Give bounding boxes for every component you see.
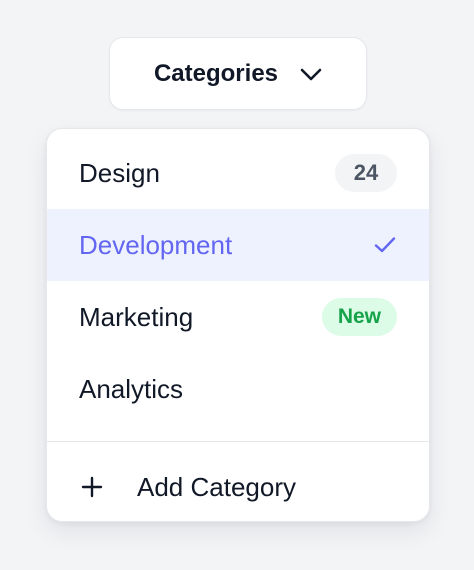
menu-item-design[interactable]: Design 24 (47, 137, 429, 209)
menu-list: Design 24 Development Marketing New Anal… (47, 137, 429, 521)
chevron-down-icon (300, 68, 322, 82)
new-badge: New (321, 298, 397, 336)
add-category-label: Add Category (137, 471, 296, 502)
menu-item-analytics[interactable]: Analytics (47, 353, 429, 425)
menu-divider (47, 441, 429, 442)
menu-item-marketing[interactable]: Marketing New (47, 281, 429, 353)
page: Categories Design 24 Development Marketi… (0, 0, 474, 570)
categories-menu: Design 24 Development Marketing New Anal… (46, 128, 430, 522)
check-icon (373, 233, 397, 257)
add-category-button[interactable]: Add Category (47, 451, 429, 521)
menu-item-label: Design (79, 157, 160, 188)
trigger-label: Categories (153, 59, 279, 87)
menu-item-label: Marketing (79, 301, 194, 332)
count-badge: 24 (335, 154, 397, 192)
plus-icon (81, 476, 103, 498)
menu-item-label: Analytics (79, 373, 184, 404)
categories-dropdown-trigger[interactable]: Categories (109, 37, 367, 110)
menu-item-development[interactable]: Development (47, 209, 429, 281)
menu-item-label: Development (79, 229, 233, 260)
